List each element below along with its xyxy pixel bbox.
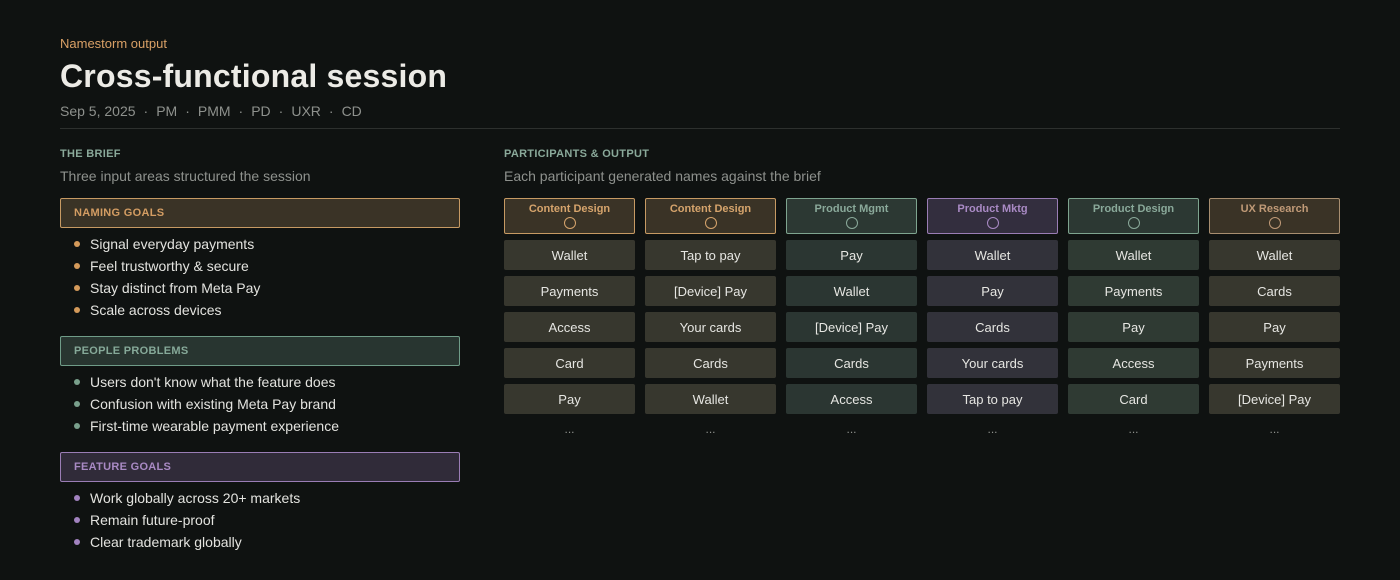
bullet-dot [74,539,80,545]
name-cell: [Device] Pay [645,276,776,306]
bullet-dot [74,307,80,313]
participant-column: Content Design Tap to pay [Device] Pay Y… [645,198,776,436]
name-cell: Access [504,312,635,342]
eyebrow-label: Namestorm output [60,36,167,51]
participants-grid: Content Design Wallet Payments Access Ca… [504,198,1340,436]
name-cell: Cards [786,348,917,378]
feature-goals-list: Work globally across 20+ markets Remain … [60,487,300,553]
naming-goals-header: NAMING GOALS [60,198,460,228]
name-cell: Wallet [927,240,1058,270]
name-cell: Card [1068,384,1199,414]
header-divider [60,128,1340,129]
people-problems-header: PEOPLE PROBLEMS [60,336,460,366]
naming-goals-list: Signal everyday payments Feel trustworth… [60,233,260,321]
name-cell: Your cards [927,348,1058,378]
brief-label: THE BRIEF [60,148,121,160]
participants-subtitle: Each participant generated names against… [504,168,821,184]
list-item: Feel trustworthy & secure [60,255,260,277]
bullet-dot [74,423,80,429]
bullet-dot [74,401,80,407]
bullet-dot [74,263,80,269]
name-cell: [Device] Pay [786,312,917,342]
name-cell: Payments [504,276,635,306]
name-cell: Wallet [645,384,776,414]
brief-subtitle: Three input areas structured the session [60,168,311,184]
name-cell: Pay [1068,312,1199,342]
page-title: Cross-functional session [60,58,448,94]
list-item: Stay distinct from Meta Pay [60,277,260,299]
name-cell: Cards [927,312,1058,342]
participant-header: Content Design [645,198,776,234]
role-pd: PD [251,103,271,119]
list-item: Clear trademark globally [60,531,300,553]
circle-icon [704,217,717,229]
name-cell: Access [786,384,917,414]
name-cell: Payments [1068,276,1199,306]
brief-section: THE BRIEF Three input areas structured t… [60,148,460,184]
name-cell: Access [1068,348,1199,378]
circle-icon [1268,217,1281,229]
name-cell: Payments [1209,348,1340,378]
feature-goals-header: FEATURE GOALS [60,452,460,482]
name-cell: Tap to pay [645,240,776,270]
name-cell: Pay [1209,312,1340,342]
role-pm: PM [156,103,178,119]
participant-header: Product Mktg [927,198,1058,234]
participant-header: Content Design [504,198,635,234]
bullet-dot [74,517,80,523]
participant-header: UX Research [1209,198,1340,234]
more-ellipsis: ... [1269,422,1280,436]
name-cell: Tap to pay [927,384,1058,414]
participant-column: Product Design Wallet Payments Pay Acces… [1068,198,1199,436]
circle-icon [1127,217,1140,229]
list-item: Work globally across 20+ markets [60,487,300,509]
name-cell: Wallet [1068,240,1199,270]
name-cell: Pay [504,384,635,414]
more-ellipsis: ... [564,422,575,436]
name-cell: Pay [927,276,1058,306]
name-cell: Wallet [504,240,635,270]
more-ellipsis: ... [846,422,857,436]
name-cell: [Device] Pay [1209,384,1340,414]
list-item: Scale across devices [60,299,260,321]
more-ellipsis: ... [987,422,998,436]
name-cell: Cards [645,348,776,378]
name-cell: Wallet [786,276,917,306]
session-meta: Sep 5, 2025 · PM · PMM · PD · UXR · CD [60,103,362,119]
participant-column: Content Design Wallet Payments Access Ca… [504,198,635,436]
bullet-dot [74,285,80,291]
participant-header: Product Design [1068,198,1199,234]
circle-icon [845,217,858,229]
role-pmm: PMM [197,103,231,119]
list-item: Confusion with existing Meta Pay brand [60,393,339,415]
bullet-dot [74,379,80,385]
participant-column: Product Mktg Wallet Pay Cards Your cards… [927,198,1058,436]
bullet-dot [74,495,80,501]
circle-icon [986,217,999,229]
participant-header: Product Mgmt [786,198,917,234]
list-item: Signal everyday payments [60,233,260,255]
list-item: Remain future-proof [60,509,300,531]
list-item: Users don't know what the feature does [60,371,339,393]
name-cell: Your cards [645,312,776,342]
role-uxr: UXR [291,103,321,119]
name-cell: Pay [786,240,917,270]
more-ellipsis: ... [1128,422,1139,436]
list-item: First-time wearable payment experience [60,415,339,437]
bullet-dot [74,241,80,247]
participants-label: PARTICIPANTS & OUTPUT [504,148,650,160]
name-cell: Wallet [1209,240,1340,270]
circle-icon [563,217,576,229]
participant-column: UX Research Wallet Cards Pay Payments [D… [1209,198,1340,436]
participant-column: Product Mgmt Pay Wallet [Device] Pay Car… [786,198,917,436]
name-cell: Cards [1209,276,1340,306]
name-cell: Card [504,348,635,378]
more-ellipsis: ... [705,422,716,436]
people-problems-list: Users don't know what the feature does C… [60,371,339,437]
participants-section: PARTICIPANTS & OUTPUT Each participant g… [504,148,1340,184]
role-cd: CD [341,103,362,119]
session-date: Sep 5, 2025 [60,103,136,119]
